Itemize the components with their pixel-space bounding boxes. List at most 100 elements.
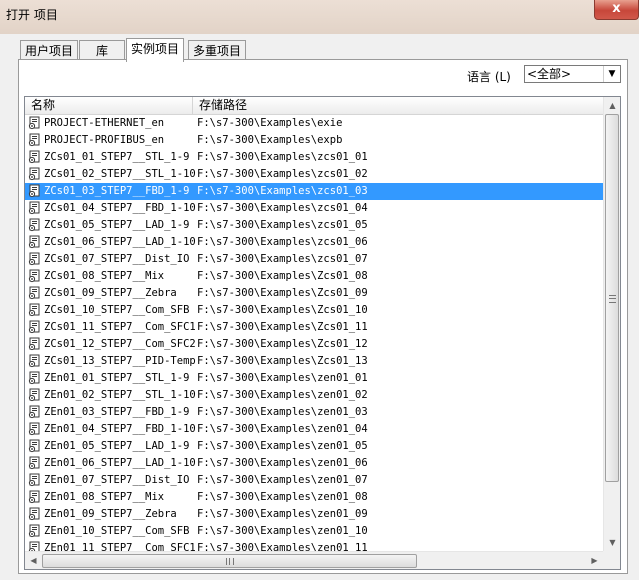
project-icon [28,133,42,147]
project-icon [28,150,42,164]
project-row[interactable]: ZEn01_05_STEP7__LAD_1-9 F:\s7-300\Example… [25,438,603,455]
tab-libraries[interactable]: 库 [79,40,125,60]
project-name: PROJECT-PROFIBUS_en [44,134,165,146]
project-row[interactable]: ZEn01_06_STEP7__LAD_1-10 F:\s7-300\Exampl… [25,455,603,472]
project-row[interactable]: ZEn01_02_STEP7__STL_1-10 F:\s7-300\Exampl… [25,387,603,404]
project-icon [28,303,42,317]
project-icon [28,337,42,351]
dialog-body: 用户项目 库 实例项目 多重项目 语言 (L) <全部> ▼ 名称 存储路径 P… [0,34,639,580]
language-select[interactable]: <全部> ▼ [524,65,621,83]
project-row[interactable]: ZCs01_03_STEP7__FBD_1-9 F:\s7-300\Example… [25,183,603,200]
project-path: F:\s7-300\Examples\Zcs01_11 [197,321,368,333]
tab-multiprojects[interactable]: 多重项目 [188,40,247,60]
vertical-scroll-thumb[interactable] [605,114,619,482]
project-icon [28,371,42,385]
project-row[interactable]: ZCs01_08_STEP7__Mix F:\s7-300\Examples\Zc… [25,268,603,285]
project-icon [28,235,42,249]
project-name: ZEn01_09_STEP7__Zebra [44,508,177,520]
project-row[interactable]: ZCs01_01_STEP7__STL_1-9 F:\s7-300\Example… [25,149,603,166]
project-path: F:\s7-300\Examples\zen01_08 [197,491,368,503]
project-path: F:\s7-300\Examples\zcs01_06 [197,236,368,248]
project-icon [28,269,42,283]
scroll-left-icon[interactable]: ◀ [25,552,42,569]
project-row[interactable]: ZCs01_02_STEP7__STL_1-10 F:\s7-300\Exampl… [25,166,603,183]
tab-user-projects[interactable]: 用户项目 [20,40,79,60]
vertical-scrollbar[interactable]: ▲ ▼ [603,97,620,551]
project-name: ZCs01_10_STEP7__Com_SFB [44,304,190,316]
project-icon [28,116,42,130]
project-name: ZEn01_03_STEP7__FBD_1-9 [44,406,190,418]
project-icon [28,405,42,419]
project-path: F:\s7-300\Examples\zen01_03 [197,406,368,418]
project-row[interactable]: ZCs01_04_STEP7__FBD_1-10 F:\s7-300\Exampl… [25,200,603,217]
tab-sample-projects[interactable]: 实例项目 [126,38,185,62]
project-name: ZEn01_06_STEP7__LAD_1-10 [44,457,196,469]
close-button[interactable]: x [594,0,639,20]
project-row[interactable]: ZEn01_04_STEP7__FBD_1-10 F:\s7-300\Exampl… [25,421,603,438]
project-path: F:\s7-300\Examples\expb [197,134,343,146]
project-icon [28,456,42,470]
project-path: F:\s7-300\Examples\zen01_01 [197,372,368,384]
project-row[interactable]: ZCs01_06_STEP7__LAD_1-10 F:\s7-300\Exampl… [25,234,603,251]
project-row[interactable]: ZEn01_10_STEP7__Com_SFB F:\s7-300\Example… [25,523,603,540]
project-row[interactable]: ZCs01_11_STEP7__Com_SFC1 F:\s7-300\Exampl… [25,319,603,336]
column-path[interactable]: 存储路径 [193,97,603,114]
project-name: ZEn01_08_STEP7__Mix [44,491,165,503]
project-rows: PROJECT-ETHERNET_en F:\s7-300\Examples\ex… [25,115,603,557]
project-path: F:\s7-300\Examples\Zcs01_10 [197,304,368,316]
project-row[interactable]: ZEn01_07_STEP7__Dist_IO F:\s7-300\Example… [25,472,603,489]
title-bar: 打开 项目 x [0,0,639,34]
project-name: ZCs01_12_STEP7__Com_SFC2 [44,338,196,350]
project-path: F:\s7-300\Examples\Zcs01_08 [197,270,368,282]
project-path: F:\s7-300\Examples\exie [197,117,343,129]
project-name: ZEn01_01_STEP7__STL_1-9 [44,372,190,384]
project-path: F:\s7-300\Examples\zcs01_07 [197,253,368,265]
project-path: F:\s7-300\Examples\zen01_09 [197,508,368,520]
tab-panel: 语言 (L) <全部> ▼ 名称 存储路径 PROJECT-ETHERNET_e… [18,59,628,574]
project-name: ZEn01_04_STEP7__FBD_1-10 [44,423,196,435]
scroll-up-icon[interactable]: ▲ [604,97,620,114]
project-row[interactable]: ZCs01_10_STEP7__Com_SFB F:\s7-300\Example… [25,302,603,319]
column-header: 名称 存储路径 [25,97,603,115]
project-path: F:\s7-300\Examples\zen01_04 [197,423,368,435]
project-row[interactable]: ZCs01_09_STEP7__Zebra F:\s7-300\Examples\… [25,285,603,302]
project-row[interactable]: PROJECT-PROFIBUS_en F:\s7-300\Examples\ex… [25,132,603,149]
language-selected-value: <全部> [527,67,572,81]
project-name: ZCs01_06_STEP7__LAD_1-10 [44,236,196,248]
grip-icon [226,558,234,565]
project-row[interactable]: PROJECT-ETHERNET_en F:\s7-300\Examples\ex… [25,115,603,132]
project-icon [28,524,42,538]
chevron-down-icon[interactable]: ▼ [603,66,620,82]
project-name: ZCs01_07_STEP7__Dist_IO [44,253,190,265]
horizontal-scroll-thumb[interactable] [42,554,417,568]
project-icon [28,320,42,334]
project-path: F:\s7-300\Examples\zen01_02 [197,389,368,401]
project-row[interactable]: ZEn01_01_STEP7__STL_1-9 F:\s7-300\Example… [25,370,603,387]
project-name: ZCs01_05_STEP7__LAD_1-9 [44,219,190,231]
project-path: F:\s7-300\Examples\zcs01_01 [197,151,368,163]
project-row[interactable]: ZCs01_13_STEP7__PID-Temp F:\s7-300\Exampl… [25,353,603,370]
project-row[interactable]: ZCs01_05_STEP7__LAD_1-9 F:\s7-300\Example… [25,217,603,234]
language-label: 语言 (L) [467,70,511,84]
project-name: ZCs01_11_STEP7__Com_SFC1 [44,321,196,333]
project-row[interactable]: ZEn01_08_STEP7__Mix F:\s7-300\Examples\ze… [25,489,603,506]
project-row[interactable]: ZCs01_07_STEP7__Dist_IO F:\s7-300\Example… [25,251,603,268]
scroll-right-icon[interactable]: ▶ [586,552,603,569]
project-list[interactable]: 名称 存储路径 PROJECT-ETHERNET_en F:\s7-300\Exa… [24,96,621,570]
project-name: ZEn01_02_STEP7__STL_1-10 [44,389,196,401]
project-icon [28,422,42,436]
project-row[interactable]: ZCs01_12_STEP7__Com_SFC2 F:\s7-300\Exampl… [25,336,603,353]
project-row[interactable]: ZEn01_03_STEP7__FBD_1-9 F:\s7-300\Example… [25,404,603,421]
column-name[interactable]: 名称 [25,97,193,114]
horizontal-scrollbar[interactable]: ◀ ▶ [25,551,603,569]
grip-icon [609,295,616,303]
project-icon [28,167,42,181]
project-icon [28,507,42,521]
project-name: ZCs01_13_STEP7__PID-Temp [44,355,196,367]
project-name: ZEn01_05_STEP7__LAD_1-9 [44,440,190,452]
project-path: F:\s7-300\Examples\zen01_05 [197,440,368,452]
project-name: ZCs01_01_STEP7__STL_1-9 [44,151,190,163]
scroll-down-icon[interactable]: ▼ [604,534,620,551]
project-row[interactable]: ZEn01_09_STEP7__Zebra F:\s7-300\Examples\… [25,506,603,523]
project-icon [28,388,42,402]
